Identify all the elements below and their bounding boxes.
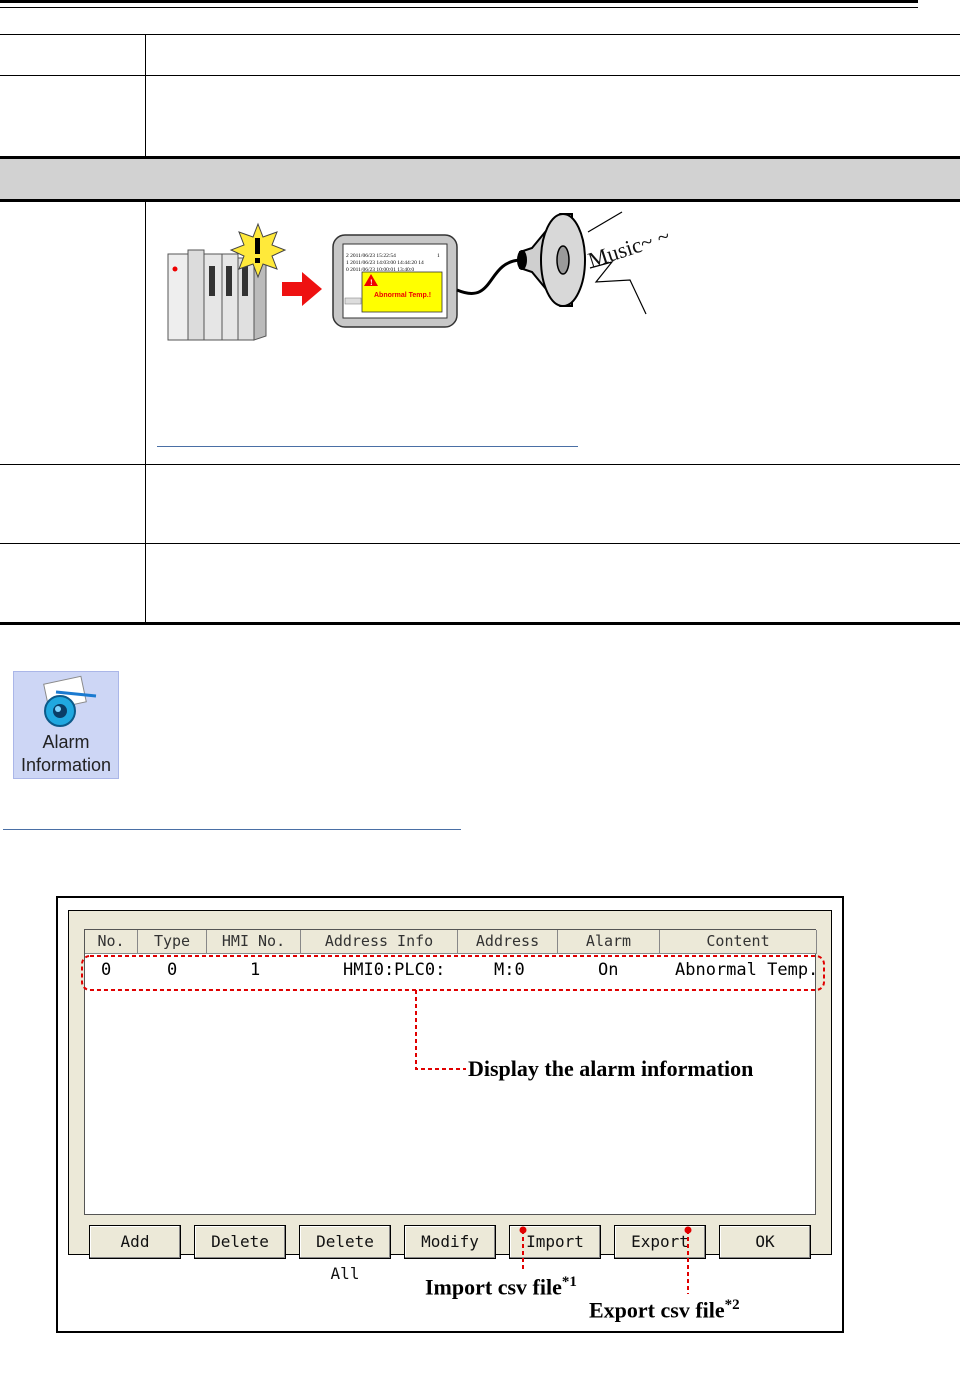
spec-row xyxy=(0,543,960,625)
spec-row-illustration: 2 2011/06/23 15:22:54 1 1 2011/06/23 14:… xyxy=(0,202,960,464)
spec-row-label-cell xyxy=(0,544,146,622)
cable xyxy=(456,258,521,295)
red-arrow-icon xyxy=(282,272,322,306)
alarm-popup-text: Abnormal Temp.! xyxy=(374,292,431,299)
row-highlight-box xyxy=(81,955,825,991)
alarm-information-icon xyxy=(43,675,97,727)
page-header-rule xyxy=(0,0,918,3)
export-footnote-mark: *2 xyxy=(724,1297,740,1313)
hyperlink-underline[interactable] xyxy=(3,829,461,830)
spec-table: 2 2011/06/23 15:22:54 1 1 2011/06/23 14:… xyxy=(0,34,960,625)
hmi-log-line: 2 2011/06/23 15:22:54 xyxy=(346,253,396,259)
import-annotation: Import csv file*1 xyxy=(425,1274,577,1300)
annotation-overlay xyxy=(81,955,825,1294)
export-annotation: Export csv file*2 xyxy=(589,1297,740,1323)
hmi-log-line-right: 1 xyxy=(437,253,440,259)
page-header-rule-thin xyxy=(0,7,918,8)
spec-row xyxy=(0,75,960,156)
import-footnote-mark: *1 xyxy=(561,1274,577,1290)
music-label: Music~ ~ xyxy=(585,223,673,273)
spec-row-label-cell xyxy=(0,465,146,543)
alarm-information-button[interactable]: Alarm Information xyxy=(13,671,119,779)
hmi-device-icon: 2 2011/06/23 15:22:54 1 1 2011/06/23 14:… xyxy=(332,234,458,328)
hmi-log-line: 1 2011/06/23 14:03:00 14:44:20 14 xyxy=(346,260,424,266)
alarm-icon-label-line2: Information xyxy=(20,755,112,775)
speaker-icon xyxy=(517,211,647,315)
spec-section-header xyxy=(0,156,960,202)
warning-burst-icon xyxy=(229,222,287,279)
display-annotation: Display the alarm information xyxy=(468,1056,754,1081)
export-annotation-text: Export csv file xyxy=(589,1297,725,1323)
import-annotation-text: Import csv file xyxy=(425,1274,562,1300)
hyperlink-underline[interactable] xyxy=(157,446,578,447)
spec-row xyxy=(0,34,960,75)
dialog-figure: No. Type HMI No. Address Info Address Al… xyxy=(56,896,844,1333)
alarm-illustration: 2 2011/06/23 15:22:54 1 1 2011/06/23 14:… xyxy=(167,211,673,341)
alarm-icon-label-line1: Alarm xyxy=(42,732,90,752)
spec-row-label-cell xyxy=(0,35,146,75)
display-callout-line xyxy=(415,990,466,1070)
spec-row-label-cell xyxy=(0,76,146,156)
spec-row xyxy=(0,464,960,543)
svg-text:!: ! xyxy=(370,278,373,287)
